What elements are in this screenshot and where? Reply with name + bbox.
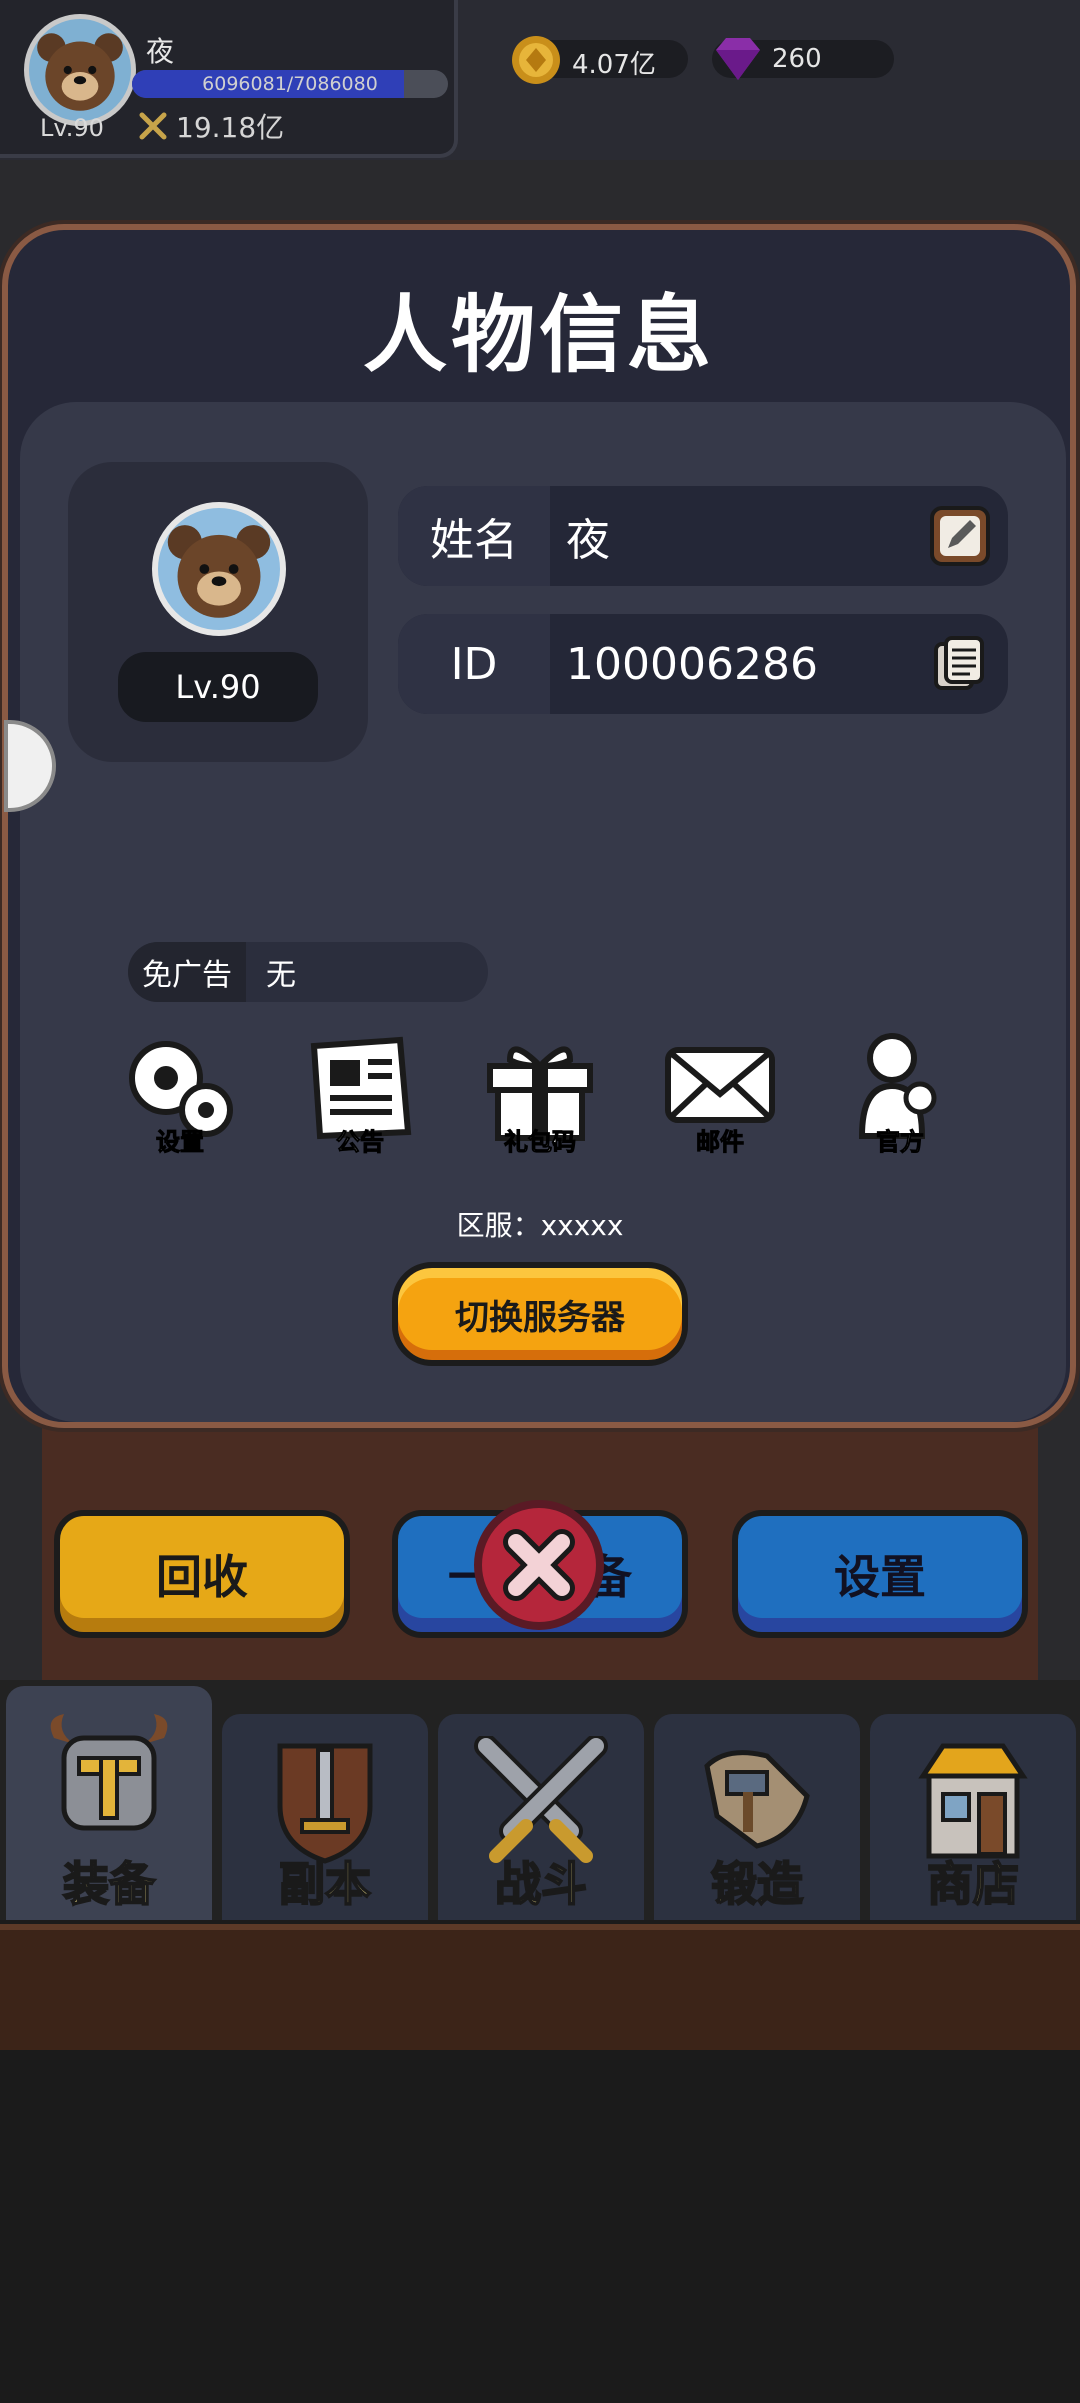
player-avatar[interactable] — [24, 14, 136, 126]
menu-mail[interactable]: 邮件 — [660, 1032, 780, 1162]
menu-announcement-label: 公告 — [336, 1128, 385, 1157]
tab-equipment[interactable]: 装备 — [6, 1686, 212, 1920]
player-panel[interactable]: Lv.90 夜 6096081/7086080 19.18亿 — [0, 0, 458, 158]
id-row: ID 100006286 — [398, 614, 1008, 714]
character-info-modal: 人物信息 Lv.90 姓名 夜 ID 100006286 免广告 无 — [2, 224, 1076, 1428]
tab-shop[interactable]: 商店 — [870, 1714, 1076, 1920]
player-name: 夜 — [146, 35, 175, 68]
combat-power-value: 19.18亿 — [176, 111, 285, 144]
game-screen: { "player": { "name": "夜", "level_label"… — [0, 0, 1080, 2403]
gold-counter[interactable]: 4.07亿 — [512, 36, 688, 84]
copy-icon[interactable] — [930, 634, 990, 694]
menu-mail-label: 邮件 — [696, 1128, 745, 1157]
level-badge: Lv.90 — [118, 652, 318, 722]
close-button[interactable] — [474, 1500, 604, 1630]
tab-forge-label: 锻造 — [710, 1856, 804, 1912]
gem-counter[interactable]: 260 — [712, 38, 894, 80]
avatar-card: Lv.90 — [68, 462, 368, 762]
name-key: 姓名 — [398, 486, 550, 586]
exp-text: 6096081/7086080 — [202, 73, 378, 95]
gem-value: 260 — [772, 44, 822, 74]
name-value: 夜 — [566, 515, 610, 566]
combat-power: 19.18亿 — [138, 106, 284, 146]
tab-dungeon-label: 副本 — [278, 1856, 372, 1912]
menu-official[interactable]: 官方 — [840, 1032, 960, 1162]
crossed-swords-icon — [474, 1736, 608, 1863]
swords-icon — [139, 112, 167, 140]
no-ads-value: 无 — [266, 958, 296, 993]
top-status-bar: Lv.90 夜 6096081/7086080 19.18亿 4.07亿 260 — [0, 0, 1080, 160]
switch-server-button[interactable]: 切换服务器 — [392, 1262, 688, 1366]
helmet-icon — [50, 1714, 168, 1831]
gem-icon — [716, 38, 760, 80]
close-icon — [503, 1529, 575, 1601]
tab-forge[interactable]: 锻造 — [654, 1714, 860, 1920]
scroll-hammer-icon — [704, 1750, 810, 1849]
gold-value: 4.07亿 — [572, 50, 656, 80]
tab-battle[interactable]: 战斗 — [438, 1714, 644, 1920]
tab-dungeon[interactable]: 副本 — [222, 1714, 428, 1920]
menu-gift-code-label: 礼包码 — [504, 1128, 577, 1157]
modal-title: 人物信息 — [362, 286, 715, 384]
recycle-button[interactable]: 回收 — [54, 1510, 350, 1638]
menu-announcement[interactable]: 公告 — [300, 1032, 420, 1162]
exp-bar: 6096081/7086080 — [132, 70, 448, 98]
menu-settings[interactable]: 设置 — [120, 1032, 240, 1162]
sword-shield-icon — [277, 1743, 373, 1864]
tab-battle-label: 战斗 — [494, 1856, 588, 1912]
player-level: Lv.90 — [40, 114, 104, 142]
shop-icon — [918, 1743, 1028, 1859]
menu-gift-code[interactable]: 礼包码 — [480, 1032, 600, 1162]
floor-strip — [0, 1924, 1080, 2050]
tab-shop-label: 商店 — [926, 1856, 1020, 1912]
server-info: 区服：xxxxx — [456, 1209, 624, 1242]
no-ads-key: 免广告 — [128, 942, 246, 1002]
gold-coin-icon — [512, 36, 560, 84]
id-key: ID — [398, 614, 550, 714]
id-value: 100006286 — [566, 638, 818, 690]
menu-official-label: 官方 — [876, 1128, 925, 1157]
tab-equipment-label: 装备 — [62, 1856, 156, 1912]
settings-button[interactable]: 设置 — [732, 1510, 1028, 1638]
no-ads-row: 免广告 无 — [128, 942, 488, 1002]
name-row: 姓名 夜 — [398, 486, 1008, 586]
menu-settings-label: 设置 — [156, 1128, 205, 1157]
character-avatar[interactable] — [152, 502, 286, 636]
edit-icon[interactable] — [930, 506, 990, 566]
